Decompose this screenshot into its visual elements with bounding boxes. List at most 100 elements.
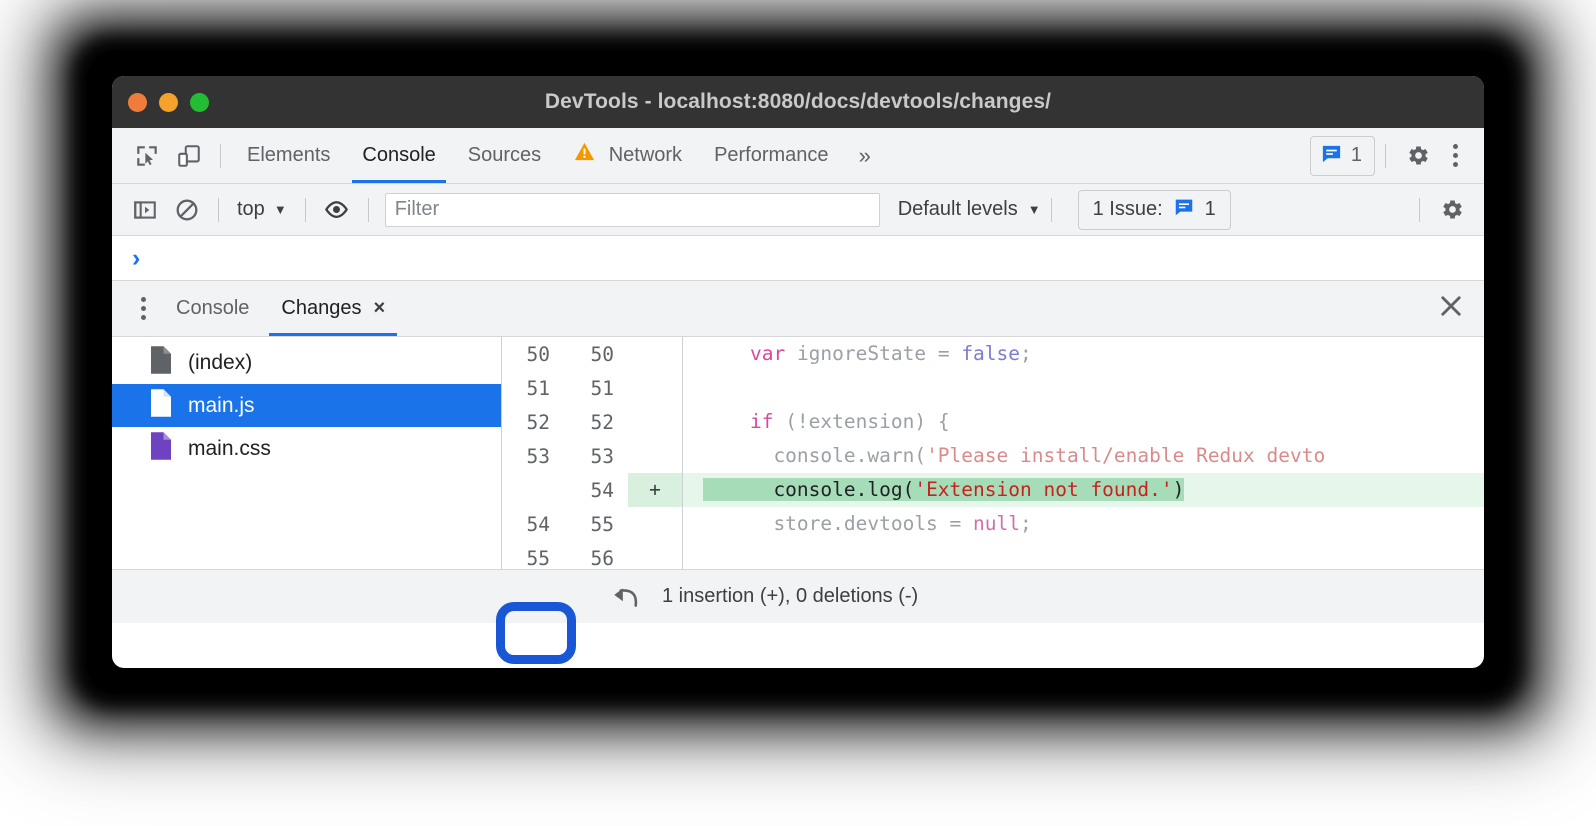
- console-prompt-chevron-icon: ›: [132, 246, 140, 271]
- changes-status-text: 1 insertion (+), 0 deletions (-): [662, 585, 918, 608]
- console-toolbar-divider-1: [218, 198, 219, 222]
- changes-status-bar: 1 insertion (+), 0 deletions (-): [112, 569, 1484, 623]
- diff-new-line-number: 55: [566, 513, 614, 536]
- diff-new-line-number: 50: [566, 343, 614, 366]
- js-file-icon: [148, 388, 174, 424]
- diff-row: 53 53 console.warn('Please install/enabl…: [502, 439, 1484, 473]
- issues-summary-label: 1 Issue:: [1093, 198, 1163, 221]
- file-name: main.css: [188, 437, 271, 461]
- console-toolbar: top ▼ Filter Default levels ▼ 1 Issue:: [112, 184, 1484, 236]
- diff-marker: [628, 405, 682, 439]
- console-prompt-row[interactable]: ›: [112, 236, 1484, 281]
- close-changes-tab-icon[interactable]: ×: [373, 281, 385, 336]
- console-toolbar-divider-4: [1051, 198, 1052, 222]
- log-levels-label: Default levels: [898, 198, 1018, 221]
- inspect-element-icon[interactable]: [126, 135, 168, 177]
- diff-row-added: 54 + console.log('Extension not found.'): [502, 473, 1484, 507]
- tab-sources[interactable]: Sources: [452, 128, 557, 183]
- chevron-down-icon: ▼: [274, 202, 287, 217]
- drawer-more-icon[interactable]: [126, 297, 160, 320]
- tab-elements[interactable]: Elements: [231, 128, 346, 183]
- console-sidebar-icon[interactable]: [124, 189, 166, 231]
- maximize-window-button[interactable]: [190, 93, 209, 112]
- more-tabs-icon[interactable]: »: [845, 143, 885, 169]
- warning-triangle-icon: [573, 146, 602, 168]
- execution-context-label: top: [237, 198, 265, 221]
- diff-old-line-number: 50: [502, 343, 550, 366]
- live-expression-icon[interactable]: [316, 189, 358, 231]
- toolbar-divider: [220, 144, 221, 168]
- changes-panel: (index) main.js: [112, 337, 1484, 569]
- console-toolbar-divider-3: [368, 198, 369, 222]
- issues-summary-button[interactable]: 1 Issue: 1: [1078, 190, 1231, 230]
- minimize-window-button[interactable]: [159, 93, 178, 112]
- issues-count: 1: [1351, 144, 1362, 167]
- diff-new-line-number: 53: [566, 445, 614, 468]
- tab-performance[interactable]: Performance: [698, 128, 845, 183]
- list-item[interactable]: main.css: [112, 427, 501, 470]
- diff-marker: [628, 337, 682, 371]
- device-toolbar-icon[interactable]: [168, 135, 210, 177]
- list-item[interactable]: (index): [112, 341, 501, 384]
- diff-code: if (!extension) {: [683, 405, 1484, 439]
- diff-row: 54 55 store.devtools = null;: [502, 507, 1484, 541]
- issues-counter-button[interactable]: 1: [1310, 136, 1375, 176]
- devtools-drawer: Console Changes ×: [112, 281, 1484, 623]
- issue-message-icon-small: [1173, 196, 1195, 224]
- diff-code: var ignoreState = false;: [683, 337, 1484, 371]
- diff-new-line-number: 52: [566, 411, 614, 434]
- main-toolbar-right: 1: [1310, 135, 1484, 177]
- drawer-tab-console-label: Console: [176, 281, 249, 336]
- tab-sources-label: Sources: [468, 144, 541, 166]
- diff-row: 50 50 var ignoreState = false;: [502, 337, 1484, 371]
- gear-icon[interactable]: [1396, 135, 1438, 177]
- document-icon: [148, 345, 174, 381]
- filter-input[interactable]: Filter: [385, 193, 880, 227]
- diff-old-line-number: 54: [502, 513, 550, 536]
- tab-network-label: Network: [609, 144, 682, 166]
- diff-row: 51 51: [502, 371, 1484, 405]
- diff-view: 50 50 var ignoreState = false; 51 51: [502, 337, 1484, 569]
- tab-network[interactable]: Network: [557, 128, 698, 183]
- drawer-tab-changes[interactable]: Changes ×: [265, 281, 401, 336]
- diff-old-line-number: 53: [502, 445, 550, 468]
- issues-summary-count: 1: [1205, 198, 1216, 221]
- clear-console-icon[interactable]: [166, 189, 208, 231]
- diff-marker: [628, 541, 682, 569]
- drawer-tab-strip: Console Changes ×: [112, 281, 1484, 337]
- execution-context-select[interactable]: top ▼: [229, 198, 295, 221]
- filter-placeholder: Filter: [395, 198, 439, 221]
- toolbar-divider-right: [1385, 144, 1386, 168]
- diff-code: console.log('Extension not found.'): [683, 473, 1484, 507]
- list-item[interactable]: main.js: [112, 384, 501, 427]
- diff-marker: [628, 371, 682, 405]
- diff-old-line-number: 52: [502, 411, 550, 434]
- css-file-icon: [148, 431, 174, 467]
- diff-code: [683, 541, 1484, 569]
- diff-old-line-number: 55: [502, 547, 550, 570]
- devtools-main-toolbar: Elements Console Sources Network: [112, 128, 1484, 184]
- diff-new-line-number: 54: [566, 479, 614, 502]
- diff-new-line-number: 51: [566, 377, 614, 400]
- diff-code: store.devtools = null;: [683, 507, 1484, 541]
- drawer-tab-changes-label: Changes: [281, 281, 361, 336]
- console-toolbar-divider-2: [305, 198, 306, 222]
- close-window-button[interactable]: [128, 93, 147, 112]
- diff-row: 52 52 if (!extension) {: [502, 405, 1484, 439]
- log-levels-select[interactable]: Default levels ▼: [898, 198, 1041, 221]
- diff-new-line-number: 56: [566, 547, 614, 570]
- tab-console[interactable]: Console: [346, 128, 451, 183]
- changed-files-list: (index) main.js: [112, 337, 502, 569]
- close-drawer-button[interactable]: [1438, 293, 1484, 324]
- revert-changes-button[interactable]: [602, 578, 648, 616]
- console-toolbar-divider-5: [1419, 198, 1420, 222]
- diff-marker: [628, 507, 682, 541]
- console-settings-gear-icon[interactable]: [1430, 189, 1472, 231]
- drawer-tab-console[interactable]: Console: [160, 281, 265, 336]
- kebab-menu-icon[interactable]: [1438, 144, 1472, 167]
- tab-performance-label: Performance: [714, 144, 829, 166]
- diff-old-line-number: 51: [502, 377, 550, 400]
- window-title: DevTools - localhost:8080/docs/devtools/…: [112, 90, 1484, 114]
- diff-marker-insertion: +: [628, 473, 682, 507]
- tab-console-label: Console: [362, 144, 435, 166]
